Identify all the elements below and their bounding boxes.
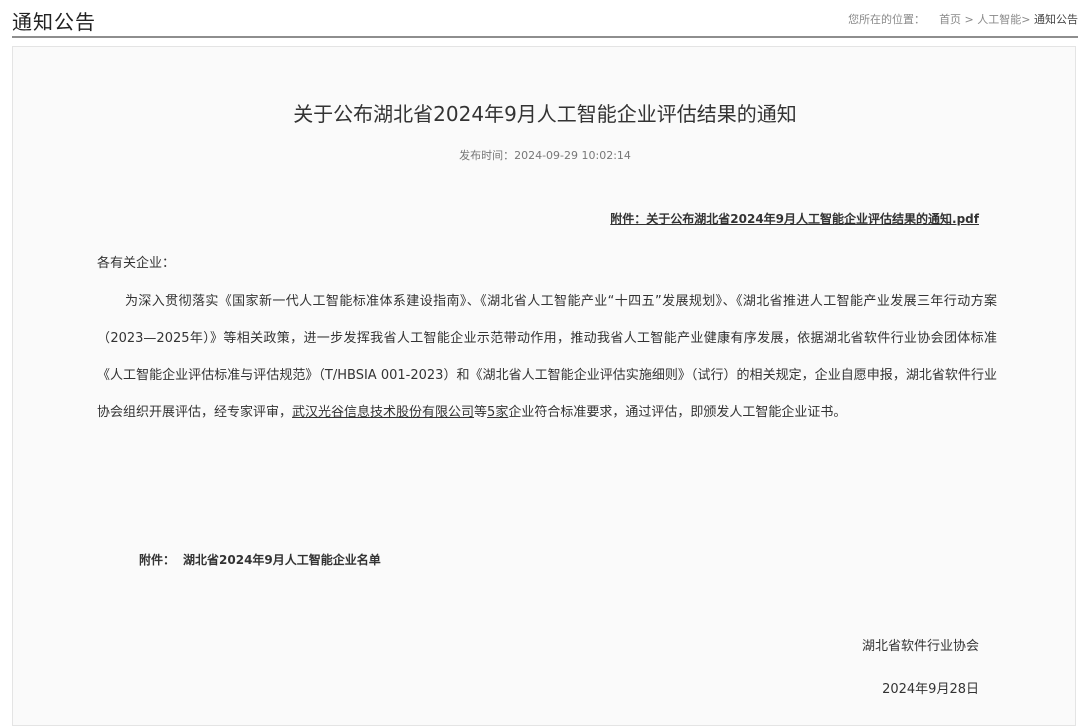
body-text-part1: 为深入贯彻落实《国家新一代人工智能标准体系建设指南》、《湖北省人工智能产业“十四… (97, 294, 997, 420)
location-prefix: 您所在的位置： (848, 13, 926, 26)
annex-name: 湖北省2024年9月人工智能企业名单 (183, 553, 381, 567)
article-body: 为深入贯彻落实《国家新一代人工智能标准体系建设指南》、《湖北省人工智能产业“十四… (97, 283, 997, 431)
body-text-part2: 等 (474, 405, 488, 420)
attachment-pdf-link[interactable]: 附件：关于公布湖北省2024年9月人工智能企业评估结果的通知.pdf (610, 210, 979, 227)
breadcrumb-current: 通知公告 (1034, 13, 1078, 26)
sign-date: 2024年9月28日 (882, 682, 979, 697)
breadcrumb: 您所在的位置： 首页 > 人工智能> 通知公告 (848, 11, 1078, 27)
page-header: 通知公告 您所在的位置： 首页 > 人工智能> 通知公告 (12, 0, 1078, 38)
company-link[interactable]: 武汉光谷信息技术股份有限公司 (292, 405, 474, 420)
article-panel: 关于公布湖北省2024年9月人工智能企业评估结果的通知 发布时间：2024-09… (12, 46, 1076, 726)
salutation: 各有关企业： (97, 256, 176, 271)
breadcrumb-separator: > (961, 13, 978, 26)
breadcrumb-ai[interactable]: 人工智能 (977, 13, 1021, 26)
publish-time: 发布时间：2024-09-29 10:02:14 (13, 147, 1077, 163)
signature: 湖北省软件行业协会 (861, 639, 979, 654)
section-title: 通知公告 (12, 10, 96, 34)
article-title: 关于公布湖北省2024年9月人工智能企业评估结果的通知 (293, 102, 797, 126)
company-count-link[interactable]: 5家 (487, 405, 508, 420)
annex-label: 附件： (139, 553, 176, 567)
publish-label: 发布时间： (459, 149, 515, 162)
breadcrumb-separator: > (1021, 13, 1034, 26)
breadcrumb-home[interactable]: 首页 (939, 13, 961, 26)
annex: 附件： 湖北省2024年9月人工智能企业名单 (139, 551, 381, 568)
publish-value: 2024-09-29 10:02:14 (514, 149, 631, 162)
body-text-part3: 企业符合标准要求，通过评估，即颁发人工智能企业证书。 (508, 405, 847, 420)
